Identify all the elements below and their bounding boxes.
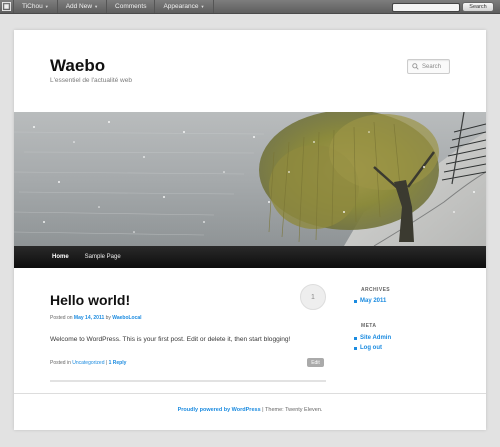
footer-divider	[14, 393, 486, 394]
page-container: Waebo L'essentiel de l'actualité web Sea…	[14, 30, 486, 430]
edit-post-button[interactable]: Edit	[307, 358, 324, 367]
admin-bar: TiChou ▼ Add New ▼ Comments Appearance ▼…	[0, 0, 500, 14]
adminbar-appearance-menu[interactable]: Appearance ▼	[155, 0, 214, 13]
wordpress-logo-icon[interactable]	[0, 0, 14, 13]
adminbar-comments-label: Comments	[115, 3, 147, 10]
header-search-input[interactable]: Search	[407, 59, 450, 74]
footer-powered-link[interactable]: Proudly powered by WordPress	[178, 407, 261, 413]
meta-item-site-admin[interactable]: Site Admin	[354, 335, 391, 341]
post-category-link[interactable]: Uncategorized	[72, 360, 104, 366]
bullet-icon	[354, 346, 357, 350]
search-placeholder: Search	[422, 63, 442, 70]
post-author-link[interactable]: WaeboLocal	[112, 315, 141, 321]
post-divider	[50, 380, 326, 382]
meta-item-site-admin-label: Site Admin	[360, 335, 392, 341]
archive-item-may-2011[interactable]: May 2011	[354, 298, 386, 304]
post-date-link[interactable]: May 14, 2011	[74, 315, 104, 321]
adminbar-search-button[interactable]: Search	[462, 2, 494, 12]
archives-widget-title: ARCHIVES	[361, 287, 391, 293]
post-content: Welcome to WordPress. This is your first…	[50, 336, 291, 343]
meta-widget-title: META	[361, 323, 377, 329]
nav-item-home[interactable]: Home	[44, 254, 77, 260]
bullet-icon	[354, 299, 357, 303]
site-description: L'essentiel de l'actualité web	[50, 77, 132, 84]
bullet-icon	[354, 336, 357, 340]
comment-count: 1	[311, 293, 315, 301]
chevron-down-icon: ▼	[200, 4, 205, 9]
adminbar-comments-link[interactable]: Comments	[107, 0, 156, 13]
post-meta-by: by	[105, 315, 111, 321]
post-footer-separator: |	[105, 360, 108, 366]
post-meta: Posted on May 14, 2011 by WaeboLocal	[50, 315, 142, 321]
post-footer: Posted in Uncategorized | 1 Reply	[50, 360, 126, 366]
search-icon	[412, 63, 419, 70]
footer-theme: Theme: Twenty Eleven.	[265, 407, 323, 413]
adminbar-add-new-menu[interactable]: Add New ▼	[58, 0, 108, 13]
meta-item-log-out-label: Log out	[360, 345, 382, 351]
adminbar-search: Search	[392, 2, 494, 12]
chevron-down-icon: ▼	[44, 4, 49, 9]
edit-post-label: Edit	[311, 359, 320, 366]
chevron-down-icon: ▼	[94, 4, 99, 9]
header-image[interactable]	[14, 112, 486, 246]
nav-item-sample-page[interactable]: Sample Page	[77, 254, 129, 260]
comment-count-bubble[interactable]: 1	[300, 284, 326, 310]
site-footer: Proudly powered by WordPress | Theme: Tw…	[14, 407, 486, 413]
adminbar-appearance-label: Appearance	[163, 3, 199, 10]
meta-item-log-out[interactable]: Log out	[354, 345, 382, 351]
adminbar-user-menu[interactable]: TiChou ▼	[14, 0, 58, 13]
archive-item-label: May 2011	[360, 298, 387, 304]
post-footer-prefix: Posted in	[50, 360, 71, 366]
post-replies-link[interactable]: 1 Reply	[109, 360, 127, 366]
adminbar-add-new-label: Add New	[65, 3, 93, 10]
site-title[interactable]: Waebo	[50, 56, 105, 76]
adminbar-user-label: TiChou	[22, 3, 43, 10]
footer-separator: |	[262, 407, 264, 413]
adminbar-search-input[interactable]	[392, 2, 460, 12]
main-navigation: Home Sample Page	[14, 246, 486, 268]
post-meta-prefix: Posted on	[50, 315, 73, 321]
post-title[interactable]: Hello world!	[50, 292, 130, 308]
